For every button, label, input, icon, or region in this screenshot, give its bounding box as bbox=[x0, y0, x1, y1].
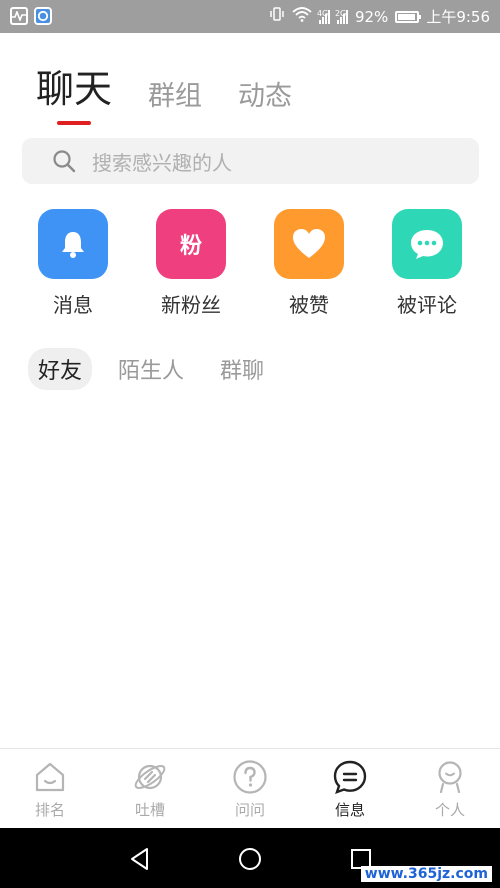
action-likes[interactable]: 被赞 bbox=[259, 209, 359, 318]
sub-tabs: 好友 陌生人 群聊 bbox=[28, 348, 274, 390]
house-icon bbox=[35, 762, 65, 792]
nav-label-ask: 问问 bbox=[234, 801, 265, 819]
nav-ask[interactable]: 问问 bbox=[200, 759, 300, 820]
action-label-new-fans: 新粉丝 bbox=[161, 293, 221, 317]
nav-label-ranking: 排名 bbox=[34, 801, 65, 819]
search-icon bbox=[52, 149, 76, 173]
question-icon bbox=[233, 760, 267, 794]
top-tabs: 聊天 群组 动态 bbox=[36, 58, 292, 125]
signal-4g-icon: 4G bbox=[317, 9, 330, 24]
action-tile-comments bbox=[392, 209, 462, 279]
battery-icon bbox=[395, 10, 422, 23]
comment-bubble-icon bbox=[411, 230, 443, 259]
vibrate-icon bbox=[269, 6, 285, 27]
action-label-comments: 被评论 bbox=[397, 293, 457, 317]
action-new-fans[interactable]: 粉 新粉丝 bbox=[141, 209, 241, 318]
signal-2g-icon: 2G bbox=[335, 9, 348, 24]
action-messages[interactable]: 消息 bbox=[23, 209, 123, 318]
system-nav-bar: www.365jz.com bbox=[0, 828, 500, 888]
nav-label-profile: 个人 bbox=[434, 801, 465, 819]
message-icon bbox=[333, 760, 367, 794]
action-tile-messages bbox=[38, 209, 108, 279]
planet-icon bbox=[134, 764, 166, 790]
status-indicators: 4G 2G 92% 上午9:56 bbox=[269, 6, 490, 27]
tab-moments[interactable]: 动态 bbox=[238, 74, 292, 113]
nav-rant[interactable]: 吐槽 bbox=[100, 759, 200, 820]
watermark: www.365jz.com bbox=[360, 866, 492, 882]
subtab-strangers[interactable]: 陌生人 bbox=[108, 348, 194, 390]
fen-icon: 粉 bbox=[179, 234, 202, 259]
subtab-friends[interactable]: 好友 bbox=[28, 348, 93, 390]
battery-fill bbox=[398, 13, 415, 20]
action-label-messages: 消息 bbox=[53, 293, 93, 317]
back-icon[interactable] bbox=[127, 846, 153, 872]
bottom-nav: 排名 吐槽 问问 信息 个人 bbox=[0, 748, 500, 828]
nav-messages[interactable]: 信息 bbox=[300, 759, 400, 820]
status-notifications bbox=[10, 7, 52, 25]
wifi-icon bbox=[292, 6, 312, 27]
action-tile-likes bbox=[274, 209, 344, 279]
clock: 上午9:56 bbox=[426, 7, 490, 26]
tab-groups[interactable]: 群组 bbox=[148, 74, 202, 113]
person-icon bbox=[438, 761, 462, 794]
status-bar: 4G 2G 92% 上午9:56 bbox=[0, 0, 500, 33]
action-tile-new-fans: 粉 bbox=[156, 209, 226, 279]
tab-chat-label: 聊天 bbox=[36, 67, 113, 111]
net-label-4g: 4G bbox=[316, 8, 329, 18]
nav-ranking[interactable]: 排名 bbox=[0, 759, 100, 820]
battery-percent: 92% bbox=[354, 7, 389, 26]
nav-label-rant: 吐槽 bbox=[134, 801, 165, 819]
home-icon[interactable] bbox=[237, 846, 263, 872]
heart-icon bbox=[293, 229, 325, 258]
action-comments[interactable]: 被评论 bbox=[377, 209, 477, 318]
search-placeholder: 搜索感兴趣的人 bbox=[92, 150, 232, 175]
nav-label-messages: 信息 bbox=[334, 801, 365, 819]
active-tab-indicator bbox=[57, 121, 91, 125]
tab-chat[interactable]: 聊天 bbox=[36, 58, 113, 125]
action-label-likes: 被赞 bbox=[289, 293, 329, 317]
app-notification-icon bbox=[34, 7, 52, 25]
nav-profile[interactable]: 个人 bbox=[400, 759, 500, 820]
search-input[interactable]: 搜索感兴趣的人 bbox=[22, 138, 479, 184]
activity-monitor-icon bbox=[10, 7, 28, 25]
bell-icon bbox=[62, 232, 84, 258]
net-label-2g: 2G bbox=[334, 8, 347, 18]
subtab-group-chats[interactable]: 群聊 bbox=[210, 348, 274, 390]
